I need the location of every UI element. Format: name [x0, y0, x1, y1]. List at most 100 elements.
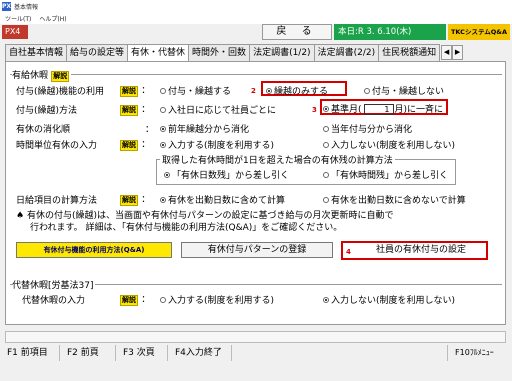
- info-note: ♠ 有休の付与(繰越)は、当画面や有休付与パターンの設定に基づき給与の月次更新時…: [16, 210, 394, 234]
- f4-finish-input[interactable]: F4入力終了: [168, 345, 232, 361]
- calc-opt1-label: 「有休日数残」から差し引く: [172, 171, 290, 181]
- tab-overtime[interactable]: 時間外・回数: [188, 44, 251, 61]
- method-opt1[interactable]: 入社日に応じて社員ごとに: [160, 103, 276, 116]
- spade-icon: ♠: [16, 211, 25, 221]
- kaisetsu-button[interactable]: 解説: [120, 86, 138, 97]
- f1-prev-item[interactable]: F1 前項目: [0, 345, 60, 361]
- method-kaisetsu: 解説 ：: [120, 105, 151, 116]
- feature-opt2[interactable]: 繰越のみする: [266, 84, 328, 97]
- radio-icon[interactable]: [266, 87, 272, 94]
- f10-full-menu[interactable]: F10ﾌﾙﾒﾆｭｰ: [448, 345, 512, 361]
- radio-icon[interactable]: [160, 141, 166, 148]
- tab-statutory-2[interactable]: 法定調書(2/2): [313, 44, 380, 61]
- order-opt1[interactable]: 前年繰越分から消化: [160, 122, 249, 135]
- daily-opt2-label: 有休を出勤日数に含めないで計算: [331, 196, 466, 206]
- radio-icon[interactable]: [160, 125, 166, 132]
- tab-strip: 自社基本情報 給与の設定等 有休・代替休 時間外・回数 法定調書(1/2) 法定…: [5, 44, 510, 62]
- order-opt2[interactable]: 当年付与分から消化: [323, 122, 412, 135]
- kaisetsu-button[interactable]: 解説: [120, 295, 138, 306]
- tab-company-info[interactable]: 自社基本情報: [5, 44, 68, 61]
- arrow-right-icon[interactable]: ▶: [452, 45, 464, 60]
- daikyu-kaisetsu: 解説 ：: [120, 295, 151, 306]
- daikyu-title: 代替休暇[労基法37]: [12, 281, 94, 291]
- app-icon: PX: [2, 1, 12, 11]
- daikyu-opt2-label: 入力しない(制度を利用しない): [331, 296, 456, 306]
- pattern-register-button[interactable]: 有休付与パターンの登録: [181, 242, 333, 258]
- hourly-row: 時間単位有休の入力: [16, 138, 97, 151]
- annotation-2-number: 2: [251, 87, 256, 95]
- tab-salary-settings[interactable]: 給与の設定等: [66, 44, 129, 61]
- qa-help-button[interactable]: TKCシステムQ&A: [448, 24, 510, 40]
- annotation-3: 3: [312, 104, 317, 115]
- menu-help[interactable]: ヘルプ(H): [39, 14, 66, 23]
- method-opt2[interactable]: 基準月(1 月)に一斉に: [323, 102, 443, 115]
- daikyu-label: 代替休暇の入力: [22, 296, 86, 306]
- daikyu-group-header: 代替休暇[労基法37]: [12, 278, 96, 291]
- back-button[interactable]: 戻 る: [262, 24, 332, 40]
- method-row: 付与(繰越)方法: [16, 103, 77, 116]
- calc-subgroup-title: 取得した有休時間が1日を超えた場合の有休残の計算方法: [160, 153, 395, 166]
- f2-prev-page[interactable]: F2 前頁: [60, 345, 116, 361]
- window-title: 基本情報: [14, 3, 39, 11]
- base-month-input[interactable]: 1: [363, 104, 394, 115]
- employee-grant-button[interactable]: 社員の有休付与の設定: [357, 243, 485, 259]
- calc-opt2[interactable]: 「有休時間残」から差し引く: [323, 168, 448, 181]
- howto-qa-button[interactable]: 有休付与機能の利用方法(Q&A): [16, 242, 172, 258]
- kaisetsu-button[interactable]: 解説: [51, 71, 70, 82]
- daily-opt2[interactable]: 有休を出勤日数に含めないで計算: [323, 193, 466, 206]
- radio-icon[interactable]: [164, 171, 170, 178]
- radio-icon[interactable]: [160, 196, 166, 203]
- radio-icon[interactable]: [160, 296, 166, 303]
- radio-icon[interactable]: [160, 106, 166, 113]
- daily-opt1[interactable]: 有休を出勤日数に含めて計算: [160, 193, 285, 206]
- hourly-opt2-label: 入力しない(制度を利用しない): [331, 141, 456, 151]
- note-line1: 有休の付与(繰越)は、当画面や有休付与パターンの設定に基づき給与の月次更新時に自…: [26, 211, 394, 221]
- annotation-4-number: 4: [346, 248, 351, 256]
- tab-scroll: ◀ ▶: [441, 44, 464, 62]
- hourly-label: 時間単位有休の入力: [16, 141, 98, 151]
- tab-paid-leave[interactable]: 有休・代替休: [127, 44, 190, 62]
- hourly-opt2[interactable]: 入力しない(制度を利用しない): [323, 138, 455, 151]
- note-line2: 行われます。 詳細は、「有休付与機能の利用方法(Q&A)」をご確認ください。: [30, 223, 343, 233]
- radio-icon[interactable]: [323, 141, 329, 148]
- daikyu-opt2[interactable]: 入力しない(制度を利用しない): [323, 293, 455, 306]
- feature-row: 付与(繰越)機能の利用: [16, 84, 104, 97]
- arrow-left-icon[interactable]: ◀: [441, 45, 453, 60]
- daikyu-opt1[interactable]: 入力する(制度を利用する): [160, 293, 274, 306]
- method-label: 付与(繰越)方法: [16, 106, 78, 116]
- daikyu-row: 代替休暇の入力: [22, 293, 85, 306]
- radio-icon[interactable]: [323, 105, 329, 112]
- annotation-4: 4: [346, 246, 351, 257]
- daily-row: 日給項目の計算方法: [16, 193, 97, 206]
- radio-icon[interactable]: [364, 87, 370, 94]
- feature-opt1[interactable]: 付与・繰越する: [160, 84, 231, 97]
- radio-icon[interactable]: [323, 296, 329, 303]
- hourly-opt1-label: 入力する(制度を利用する): [168, 141, 275, 151]
- top-toolbar: PX4 戻 る 本日:R 3. 6.10(木) TKCシステムQ&A: [0, 24, 512, 40]
- feature-opt3-label: 付与・繰越しない: [372, 87, 445, 97]
- radio-icon[interactable]: [323, 196, 329, 203]
- kaisetsu-button[interactable]: 解説: [120, 195, 138, 206]
- mode-indicator: PX4: [2, 25, 28, 39]
- tab-statutory-1[interactable]: 法定調書(1/2): [249, 44, 315, 61]
- calc-opt1[interactable]: 「有休日数残」から差し引く: [164, 168, 289, 181]
- function-key-bar: F1 前項目 F2 前頁 F3 次頁 F4入力終了 F10ﾌﾙﾒﾆｭｰ: [0, 345, 512, 363]
- feature-opt2-label: 繰越のみする: [274, 87, 329, 97]
- radio-icon[interactable]: [323, 125, 329, 132]
- feature-opt1-label: 付与・繰越する: [168, 87, 232, 97]
- kaisetsu-button[interactable]: 解説: [120, 105, 138, 116]
- radio-icon[interactable]: [323, 171, 329, 178]
- annotation-2: 2: [251, 85, 256, 96]
- tab-resident-tax[interactable]: 住民税額通知: [378, 44, 441, 61]
- yukyu-group-header: 有給休暇 解説: [12, 68, 72, 82]
- menu-tools[interactable]: ツール(T): [5, 14, 31, 23]
- f3-next-page[interactable]: F3 次頁: [116, 345, 168, 361]
- feature-opt3[interactable]: 付与・繰越しない: [364, 84, 444, 97]
- kaisetsu-button[interactable]: 解説: [120, 140, 138, 151]
- daily-label: 日給項目の計算方法: [16, 196, 98, 206]
- hourly-opt1[interactable]: 入力する(制度を利用する): [160, 138, 274, 151]
- title-bar: PX 基本情報: [0, 0, 512, 12]
- order-label: 有休の消化順: [16, 125, 71, 135]
- radio-icon[interactable]: [160, 87, 166, 94]
- yukyu-title: 有給休暇: [12, 71, 49, 81]
